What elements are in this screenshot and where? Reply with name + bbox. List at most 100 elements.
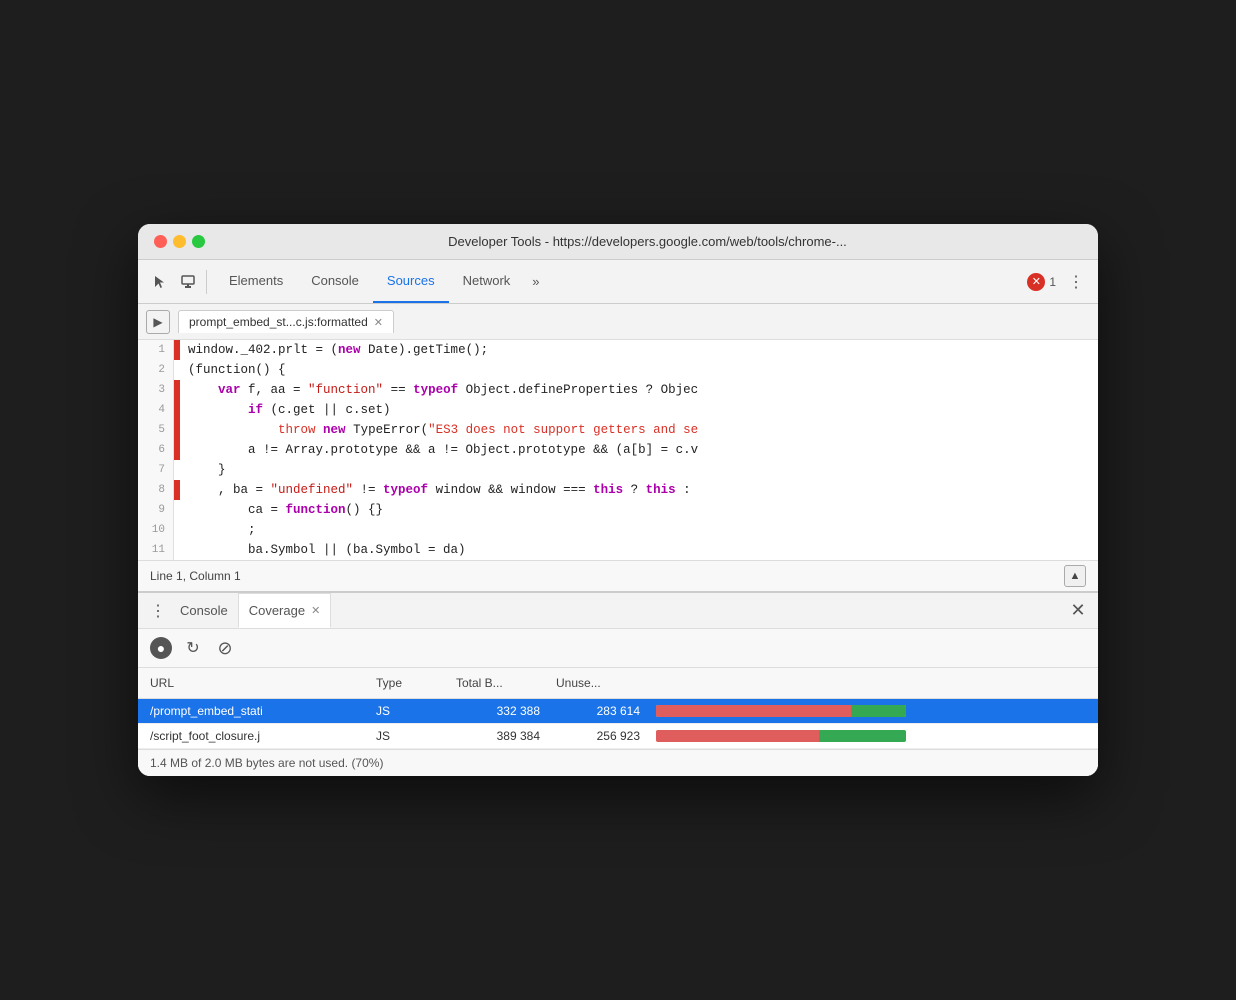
col-header-unused[interactable]: Unuse... [548, 672, 648, 694]
row1-total: 332 388 [448, 699, 548, 723]
cursor-icon[interactable] [146, 268, 174, 296]
tab-console-bottom[interactable]: Console [170, 593, 238, 628]
line-number-3: 3 [138, 380, 174, 400]
window-title: Developer Tools - https://developers.goo… [213, 234, 1082, 249]
row2-total: 389 384 [448, 724, 548, 748]
col-header-type[interactable]: Type [368, 672, 448, 694]
row2-unused: 256 923 [548, 724, 648, 748]
devtools-right-controls: ✕ 1 ⋮ [1027, 268, 1090, 296]
row1-bar [648, 700, 1098, 722]
error-icon: ✕ [1027, 273, 1045, 291]
line-content-4: if (c.get || c.set) [180, 400, 391, 420]
inspect-icon[interactable] [174, 268, 202, 296]
code-line-5: 5 throw new TypeError("ES3 does not supp… [138, 420, 1098, 440]
devtools-window: Developer Tools - https://developers.goo… [138, 224, 1098, 776]
coverage-footer: 1.4 MB of 2.0 MB bytes are not used. (70… [138, 749, 1098, 776]
record-coverage-button[interactable]: ● [150, 637, 172, 659]
coverage-table-header: URL Type Total B... Unuse... [138, 668, 1098, 699]
bottom-tabs-bar: ⋮ Console Coverage ✕ ✕ [138, 593, 1098, 629]
code-line-7: 7 } [138, 460, 1098, 480]
row1-bar-green [851, 705, 906, 717]
row2-bar-container [656, 730, 906, 742]
code-line-11: 11 ba.Symbol || (ba.Symbol = da) [138, 540, 1098, 560]
maximize-button[interactable] [192, 235, 205, 248]
line-content-1: window._402.prlt = (new Date).getTime(); [180, 340, 488, 360]
col-header-url[interactable]: URL [138, 672, 368, 694]
line-number-1: 1 [138, 340, 174, 360]
bottom-panel: ⋮ Console Coverage ✕ ✕ ● ↻ ⊘ URL Type To… [138, 591, 1098, 776]
coverage-row-1[interactable]: /prompt_embed_stati JS 332 388 283 614 [138, 699, 1098, 724]
tab-sources[interactable]: Sources [373, 260, 449, 303]
close-button[interactable] [154, 235, 167, 248]
code-line-4: 4 if (c.get || c.set) [138, 400, 1098, 420]
code-line-10: 10 ; [138, 520, 1098, 540]
coverage-toolbar: ● ↻ ⊘ [138, 629, 1098, 668]
line-number-5: 5 [138, 420, 174, 440]
line-content-6: a != Array.prototype && a != Object.prot… [180, 440, 698, 460]
bottom-more-options-icon[interactable]: ⋮ [146, 599, 170, 623]
status-bar: Line 1, Column 1 ▲ [138, 560, 1098, 591]
devtools-tabs-list: Elements Console Sources Network » [215, 260, 548, 303]
file-tab-close[interactable]: ✕ [374, 316, 383, 329]
code-line-2: 2 (function() { [138, 360, 1098, 380]
line-content-5: throw new TypeError("ES3 does not suppor… [180, 420, 698, 440]
line-content-7: } [180, 460, 226, 480]
more-tabs-button[interactable]: » [524, 274, 547, 289]
error-indicator[interactable]: ✕ 1 [1027, 273, 1056, 291]
coverage-row-2[interactable]: /script_foot_closure.j JS 389 384 256 92… [138, 724, 1098, 749]
row2-type: JS [368, 724, 448, 748]
close-bottom-panel-button[interactable]: ✕ [1066, 599, 1090, 623]
row1-bar-red [656, 705, 851, 717]
file-tab[interactable]: prompt_embed_st...c.js:formatted ✕ [178, 310, 394, 333]
tab-console[interactable]: Console [297, 260, 373, 303]
more-options-icon[interactable]: ⋮ [1062, 268, 1090, 296]
code-line-6: 6 a != Array.prototype && a != Object.pr… [138, 440, 1098, 460]
row1-unused: 283 614 [548, 699, 648, 723]
format-toggle-icon[interactable]: ▲ [1064, 565, 1086, 587]
title-bar: Developer Tools - https://developers.goo… [138, 224, 1098, 260]
row1-bar-container [656, 705, 906, 717]
play-button[interactable]: ▶ [146, 310, 170, 334]
line-number-10: 10 [138, 520, 174, 540]
refresh-coverage-button[interactable]: ↻ [182, 637, 204, 659]
row2-bar [648, 725, 1098, 747]
code-editor: 1 window._402.prlt = (new Date).getTime(… [138, 340, 1098, 560]
error-count: 1 [1049, 275, 1056, 289]
cursor-position: Line 1, Column 1 [150, 569, 241, 583]
line-content-2: (function() { [180, 360, 286, 380]
line-content-8: , ba = "undefined" != typeof window && w… [180, 480, 691, 500]
col-header-total[interactable]: Total B... [448, 672, 548, 694]
tab-network[interactable]: Network [449, 260, 525, 303]
sources-sub-bar: ▶ prompt_embed_st...c.js:formatted ✕ [138, 304, 1098, 340]
code-line-1: 1 window._402.prlt = (new Date).getTime(… [138, 340, 1098, 360]
file-tab-label: prompt_embed_st...c.js:formatted [189, 315, 368, 329]
row2-url: /script_foot_closure.j [138, 724, 368, 748]
line-number-9: 9 [138, 500, 174, 520]
line-content-9: ca = function() {} [180, 500, 383, 520]
minimize-button[interactable] [173, 235, 186, 248]
line-number-6: 6 [138, 440, 174, 460]
row2-bar-green [819, 730, 907, 742]
line-number-4: 4 [138, 400, 174, 420]
code-line-3: 3 var f, aa = "function" == typeof Objec… [138, 380, 1098, 400]
line-content-10: ; [180, 520, 256, 540]
row1-url: /prompt_embed_stati [138, 699, 368, 723]
line-content-3: var f, aa = "function" == typeof Object.… [180, 380, 698, 400]
line-number-8: 8 [138, 480, 174, 500]
coverage-tab-close[interactable]: ✕ [311, 604, 320, 617]
code-line-8: 8 , ba = "undefined" != typeof window &&… [138, 480, 1098, 500]
clear-coverage-button[interactable]: ⊘ [214, 637, 236, 659]
line-content-11: ba.Symbol || (ba.Symbol = da) [180, 540, 466, 560]
line-number-11: 11 [138, 540, 174, 560]
tab-coverage[interactable]: Coverage ✕ [238, 593, 332, 628]
devtools-tab-bar: Elements Console Sources Network » ✕ 1 ⋮ [138, 260, 1098, 304]
coverage-table: URL Type Total B... Unuse... /prompt_emb… [138, 668, 1098, 749]
row2-bar-red [656, 730, 819, 742]
tab-elements[interactable]: Elements [215, 260, 297, 303]
line-number-7: 7 [138, 460, 174, 480]
line-number-2: 2 [138, 360, 174, 380]
row1-type: JS [368, 699, 448, 723]
code-line-9: 9 ca = function() {} [138, 500, 1098, 520]
traffic-lights [154, 235, 205, 248]
col-header-bar [648, 672, 1098, 694]
